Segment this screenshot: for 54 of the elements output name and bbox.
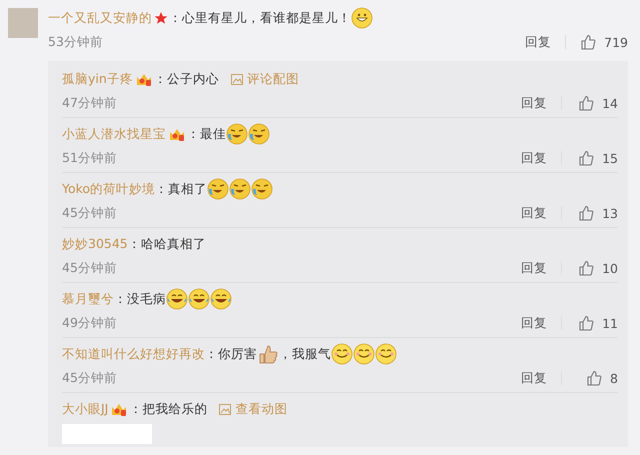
laughing-face-icon xyxy=(188,288,210,310)
timestamp: 45分钟前 xyxy=(62,370,118,386)
reply-link[interactable]: 回复 xyxy=(521,260,547,276)
reply-link[interactable]: 回复 xyxy=(521,370,547,386)
like-icon xyxy=(578,260,594,276)
timestamp: 53分钟前 xyxy=(48,34,104,50)
laughing-face-icon xyxy=(166,288,188,310)
reply-link[interactable]: 回复 xyxy=(521,150,547,166)
comment-text: ：最佳 xyxy=(187,126,226,142)
comment-text: ：你厉害 xyxy=(205,346,257,362)
crying-laughing-face-icon xyxy=(251,178,274,200)
like-button[interactable]: 8 xyxy=(576,370,618,386)
smiling-face-icon xyxy=(331,343,353,365)
comment-text: ：真相了 xyxy=(155,180,208,198)
comment-text: ：没毛病 xyxy=(114,290,166,308)
image-icon xyxy=(230,74,243,84)
timestamp: 47分钟前 xyxy=(62,94,118,112)
crying-laughing-face-icon xyxy=(207,178,230,200)
thumbs-up-icon xyxy=(257,343,279,365)
like-icon xyxy=(578,150,594,166)
grinning-face-icon xyxy=(351,7,373,29)
smiling-face-icon xyxy=(375,343,397,365)
timestamp: 49分钟前 xyxy=(62,314,118,332)
comment-text: ，我服气 xyxy=(279,346,331,362)
like-icon xyxy=(578,315,594,331)
laughing-face-icon xyxy=(210,288,232,310)
like-button[interactable]: 15 xyxy=(576,150,618,166)
avatar-placeholder xyxy=(8,8,38,38)
like-icon xyxy=(580,34,596,50)
smiling-face-icon xyxy=(353,343,375,365)
image-icon xyxy=(219,404,232,414)
crying-laughing-face-icon xyxy=(248,123,270,145)
like-button[interactable]: 11 xyxy=(576,315,618,331)
reply-link[interactable]: 回复 xyxy=(525,34,552,50)
crying-laughing-face-icon xyxy=(226,123,248,145)
like-icon xyxy=(578,95,594,111)
reply-link[interactable]: 回复 xyxy=(521,94,547,112)
like-icon xyxy=(578,205,594,221)
like-icon xyxy=(586,370,602,386)
timestamp: 45分钟前 xyxy=(62,204,118,222)
like-button[interactable]: 13 xyxy=(576,205,618,221)
comment-text: ：把我给乐的 xyxy=(129,400,208,418)
like-button[interactable]: 14 xyxy=(576,95,618,111)
reply-link[interactable]: 回复 xyxy=(521,204,547,222)
timestamp: 51分钟前 xyxy=(62,150,118,166)
reply-link[interactable]: 回复 xyxy=(521,314,547,332)
like-button[interactable]: 719 xyxy=(580,34,628,50)
like-button[interactable]: 10 xyxy=(576,260,618,276)
crying-laughing-face-icon xyxy=(229,178,252,200)
star-icon xyxy=(154,11,168,25)
timestamp: 45分钟前 xyxy=(62,260,118,276)
comment-text: ：公子内心 xyxy=(154,70,219,88)
comment-text: ：心里有星儿，看谁都是星儿！ xyxy=(169,10,351,26)
comment-text: ：哈哈真相了 xyxy=(128,236,206,252)
